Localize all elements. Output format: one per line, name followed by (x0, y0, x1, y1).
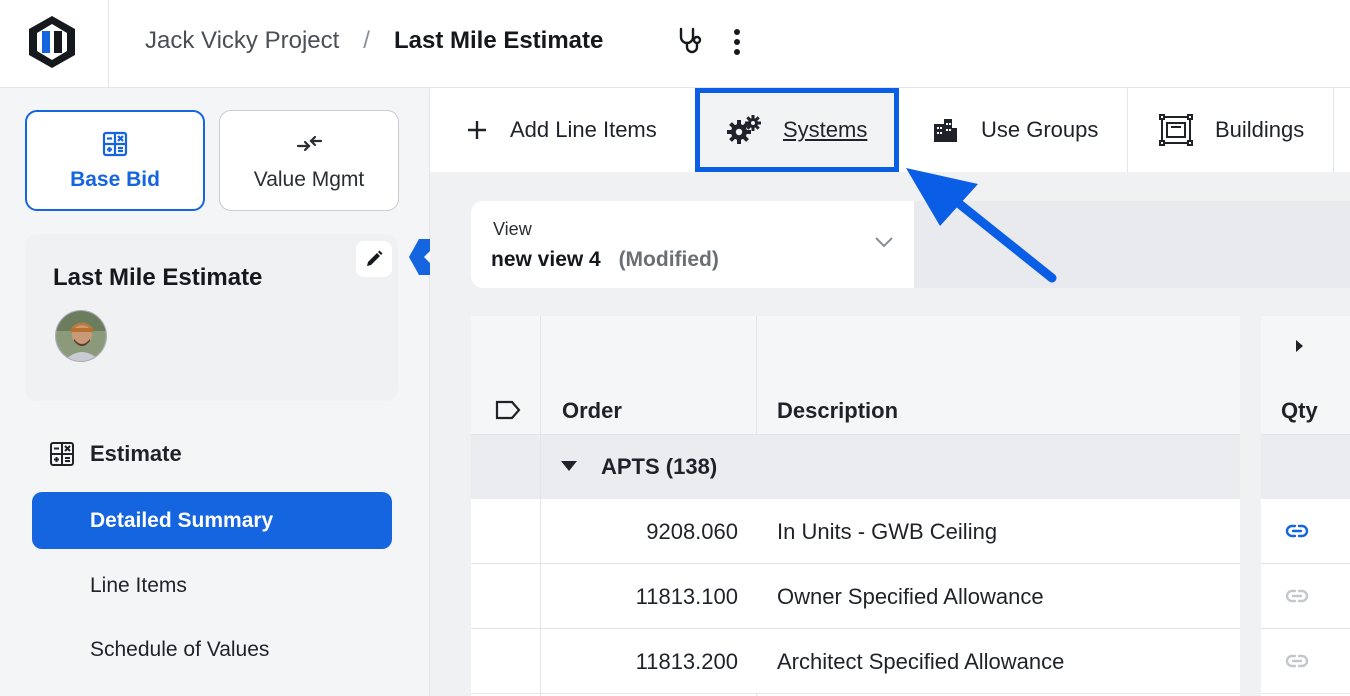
chevron-down-icon (875, 237, 893, 248)
link-icon[interactable] (1285, 651, 1309, 671)
table-row[interactable]: 11813.200 Architect Specified Allowance (471, 629, 1240, 694)
toolbar-divider (1127, 88, 1128, 172)
column-header-description[interactable]: Description (777, 398, 898, 424)
gears-icon (727, 115, 761, 144)
nav-item-schedule-of-values[interactable]: Schedule of Values (32, 621, 392, 678)
estimate-card-title: Last Mile Estimate (53, 264, 263, 291)
breadcrumb-separator: / (363, 27, 370, 54)
estimate-nav: Estimate Detailed Summary Line Items Sch… (25, 423, 398, 696)
qty-column: Qty (1261, 316, 1350, 696)
buildings-button[interactable]: Buildings (1159, 88, 1304, 172)
breadcrumb-current: Last Mile Estimate (393, 27, 604, 54)
view-name: new view 4 (491, 248, 601, 271)
nav-item-label: Line Items (90, 573, 187, 597)
pencil-icon (367, 250, 383, 266)
link-icon[interactable] (1285, 521, 1309, 541)
qty-cell[interactable] (1261, 499, 1350, 564)
description-cell: Owner Specified Allowance (777, 584, 1044, 609)
qty-group-cell (1261, 435, 1350, 499)
app-logo-icon[interactable] (27, 15, 77, 69)
table-row[interactable]: 11813.100 Owner Specified Allowance (471, 564, 1240, 629)
view-selector[interactable]: View new view 4 (Modified) (471, 201, 914, 288)
estimate-card: Last Mile Estimate (25, 234, 398, 401)
avatar[interactable] (55, 310, 107, 362)
view-value: new view 4 (Modified) (491, 248, 719, 272)
nav-item-label: Schedule of Values (90, 637, 270, 661)
breadcrumb-project[interactable]: Jack Vicky Project (145, 27, 339, 55)
top-bar: Jack Vicky Project / Last Mile Estimate (0, 0, 1350, 88)
nav-item-label: Detailed Summary (90, 508, 274, 532)
systems-label: Systems (783, 117, 868, 142)
tag-icon[interactable] (495, 400, 521, 420)
view-label: View (493, 219, 532, 239)
use-groups-button[interactable]: Use Groups (931, 88, 1098, 172)
group-row[interactable]: APTS (138) (471, 435, 1240, 499)
grid-header: Order Description (471, 316, 1240, 435)
value-mgmt-button[interactable]: Value Mgmt (219, 110, 399, 211)
caret-down-icon[interactable] (561, 461, 577, 471)
column-divider (756, 316, 757, 435)
table-row[interactable]: 9208.060 In Units - GWB Ceiling (471, 499, 1240, 564)
plus-icon (468, 121, 486, 139)
qty-cell[interactable] (1261, 629, 1350, 694)
qty-cell[interactable] (1261, 564, 1350, 629)
column-divider (540, 316, 541, 696)
main-content: Add Line Items Systems Use Groups Buildi… (430, 88, 1350, 696)
edit-button[interactable] (356, 241, 392, 277)
logo-cell (0, 0, 109, 88)
stethoscope-icon[interactable] (676, 26, 706, 56)
swap-arrows-icon (296, 135, 323, 151)
base-bid-button[interactable]: Base Bid (25, 110, 205, 211)
calculator-icon (50, 442, 74, 466)
calculator-icon (102, 131, 128, 156)
link-icon[interactable] (1285, 586, 1309, 606)
order-cell: 11813.200 (635, 649, 738, 674)
sidebar: Base Bid Value Mgmt Last Mile Estimate E… (0, 88, 449, 696)
toolbar: Add Line Items Systems Use Groups Buildi… (430, 88, 1350, 172)
base-bid-label: Base Bid (70, 167, 160, 191)
view-modified-tag: (Modified) (618, 248, 719, 271)
building-frame-icon (1159, 114, 1193, 146)
column-header-qty[interactable]: Qty (1281, 398, 1318, 424)
breadcrumb: Jack Vicky Project / Last Mile Estimate (145, 24, 603, 58)
add-line-items-button[interactable]: Add Line Items (466, 88, 657, 172)
view-toolbar-area (914, 201, 1350, 288)
buildings-label: Buildings (1215, 117, 1305, 142)
order-cell: 9208.060 (646, 519, 738, 544)
nav-item-detailed-summary[interactable]: Detailed Summary (32, 492, 392, 549)
city-buildings-icon (934, 119, 957, 142)
description-cell: In Units - GWB Ceiling (777, 519, 998, 544)
qty-header: Qty (1261, 316, 1350, 435)
systems-button[interactable]: Systems (727, 88, 867, 172)
group-label: APTS (138) (601, 454, 718, 479)
estimate-section-header: Estimate (49, 441, 182, 467)
description-cell: Architect Specified Allowance (777, 649, 1065, 674)
caret-right-icon[interactable] (1296, 340, 1303, 352)
order-cell: 11813.100 (635, 584, 738, 609)
user-photo-icon (56, 311, 106, 361)
more-options-icon[interactable] (726, 26, 748, 58)
column-header-order[interactable]: Order (562, 398, 622, 424)
nav-item-line-items[interactable]: Line Items (32, 557, 392, 614)
line-items-grid: Order Description APTS (138) 9208.060 In… (471, 316, 1240, 696)
add-line-items-label: Add Line Items (510, 117, 657, 142)
use-groups-label: Use Groups (981, 117, 1099, 142)
estimate-section-label: Estimate (90, 441, 182, 466)
value-mgmt-label: Value Mgmt (253, 167, 365, 191)
toolbar-divider (1333, 88, 1334, 172)
